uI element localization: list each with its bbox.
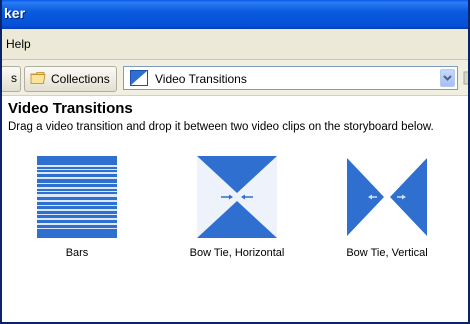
folder-icon [30,72,46,84]
tasks-button[interactable]: s [2,66,21,92]
bow-tie-vertical-icon [347,158,427,236]
menu-help[interactable]: Help [6,37,31,51]
transitions-pane: Video Transitions Drag a video transitio… [2,96,468,322]
app-window: ker Help s Collections Video Transitions [0,0,470,324]
transition-item-bars[interactable]: Bars [17,156,137,259]
view-dropdown[interactable]: Video Transitions [123,66,458,90]
transition-item-bow-tie-vertical[interactable]: Bow Tie, Vertical [327,156,447,259]
menu-bar: Help [2,29,468,60]
chevron-down-icon [443,75,452,81]
dropdown-arrow-button[interactable] [440,69,455,87]
pane-description: Drag a video transition and drop it betw… [8,121,434,133]
bow-tie-horizontal-icon [197,156,277,238]
title-bar[interactable]: ker [2,0,468,29]
tasks-button-label: s [11,71,17,85]
collections-button[interactable]: Collections [24,66,117,92]
transition-item-bow-tie-horizontal[interactable]: Bow Tie, Horizontal [177,156,297,259]
view-dropdown-value: Video Transitions [155,72,247,86]
transition-label: Bow Tie, Vertical [346,247,428,259]
transition-label: Bow Tie, Horizontal [189,247,285,259]
transition-label: Bars [65,247,89,259]
toolbar: s Collections Video Transitions [2,60,468,96]
video-transition-icon [130,70,148,86]
toolbar-icon-partial[interactable] [462,69,470,87]
pane-heading: Video Transitions [8,100,133,117]
window-title: ker [4,5,26,21]
bars-transition-icon [37,156,117,238]
collections-label: Collections [51,72,110,86]
